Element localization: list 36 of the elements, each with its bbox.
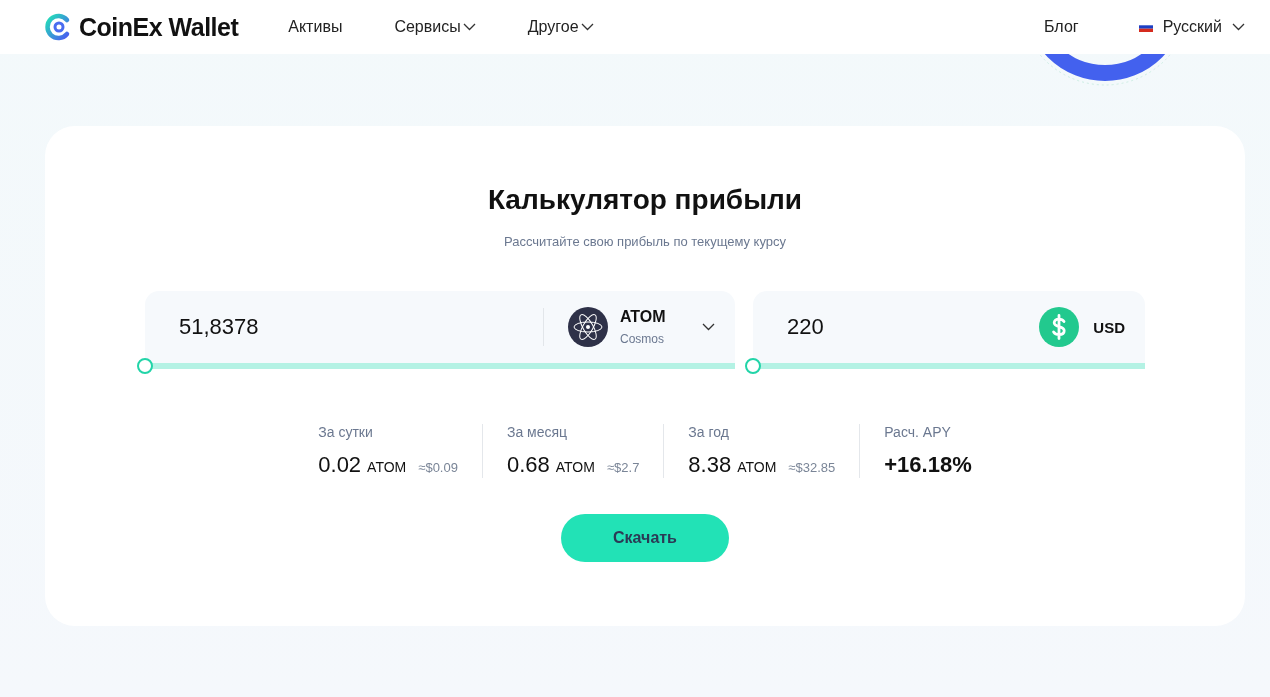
fiat-symbol: USD <box>1093 318 1125 336</box>
stat-unit: ATOM <box>737 459 777 475</box>
stat-label: За сутки <box>318 424 374 440</box>
coin-symbol: ATOM <box>620 308 667 326</box>
blog-link[interactable]: Блог <box>1044 18 1079 36</box>
stat-unit: ATOM <box>367 459 407 475</box>
calculator-title: Калькулятор прибыли <box>487 184 803 216</box>
apy-value: +16.18% <box>884 452 972 478</box>
chevron-down-icon <box>702 323 715 331</box>
coin-selector[interactable]: ATOM Cosmos <box>543 308 715 346</box>
stat-label: За месяц <box>506 424 569 440</box>
stat-fiat-value: ≈$2.7 <box>606 460 640 475</box>
download-button[interactable]: Скачать <box>561 514 729 562</box>
coin-name: Cosmos <box>620 332 665 346</box>
stat-label: Расч. APY <box>884 424 952 440</box>
flag-icon <box>1138 22 1153 32</box>
stat-unit: ATOM <box>555 459 595 475</box>
nav-link[interactable]: Активы <box>288 18 343 36</box>
chevron-down-icon <box>1232 23 1245 31</box>
nav-link[interactable]: Другое <box>527 18 594 36</box>
slider-handle[interactable] <box>745 358 761 374</box>
amount-input[interactable]: 51,8378 <box>177 313 543 341</box>
stat-amount: 0.68 <box>506 452 550 478</box>
atom-icon <box>568 307 608 347</box>
language-selector[interactable]: Русский <box>1138 18 1245 36</box>
dollar-icon <box>1039 307 1080 347</box>
stat-fiat-value: ≈$32.85 <box>788 460 836 475</box>
calculator-subtitle: Рассчитайте свою прибыль по текущему курсу <box>503 234 787 249</box>
fiat-amount-input[interactable]: 220 <box>785 313 1040 341</box>
slider-handle[interactable] <box>137 358 153 374</box>
stat-fiat-value: ≈$0.09 <box>418 460 458 475</box>
stat-amount: 8.38 <box>688 452 732 478</box>
stat-label: За год <box>688 424 730 440</box>
logo-text: CoinEx Wallet <box>79 12 239 42</box>
nav-link[interactable]: Сервисы <box>394 18 476 36</box>
stat-amount: 0.02 <box>318 452 362 478</box>
